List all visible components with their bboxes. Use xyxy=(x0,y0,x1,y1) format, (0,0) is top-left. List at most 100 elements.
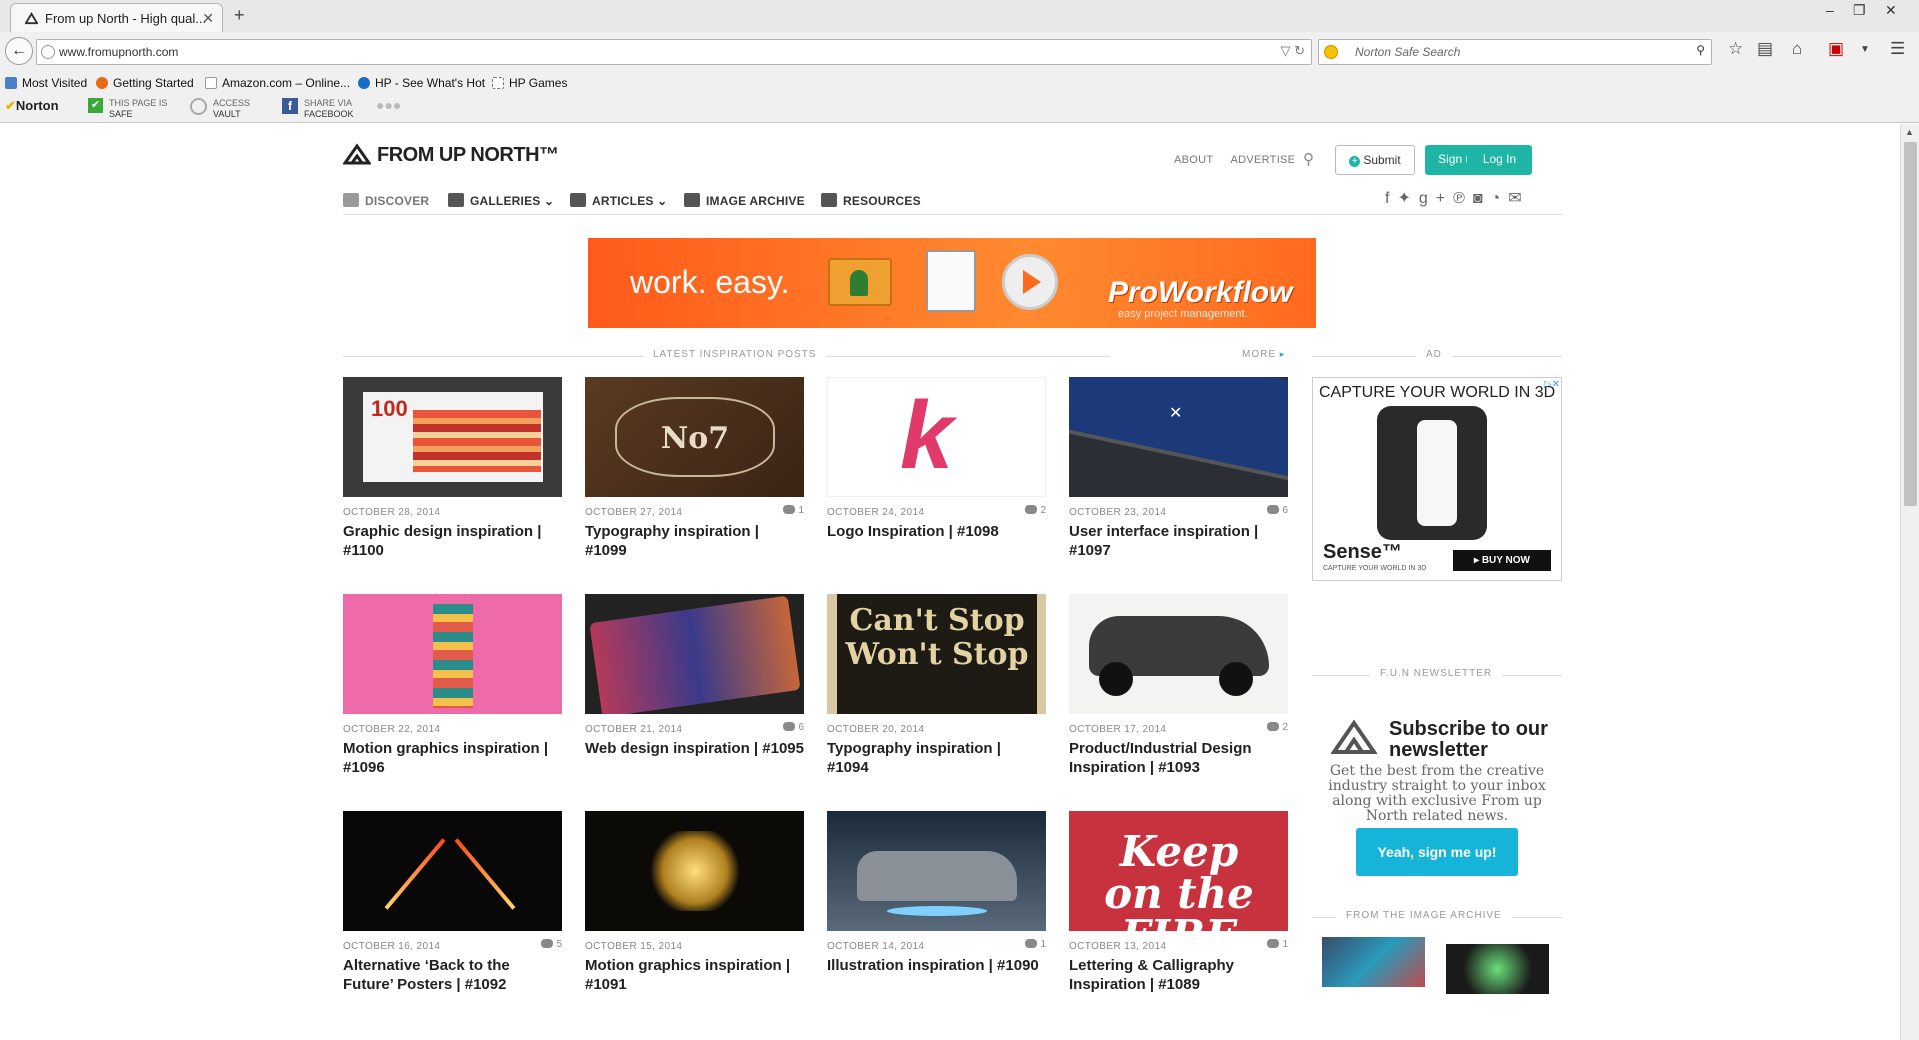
signup-newsletter-button[interactable]: Yeah, sign me up! xyxy=(1356,828,1518,876)
post-title[interactable]: User interface inspiration | #1097 xyxy=(1069,522,1288,560)
mail-icon[interactable]: ✉ xyxy=(1508,190,1529,207)
post-title[interactable]: Web design inspiration | #1095 xyxy=(585,739,804,758)
nav-articles[interactable]: ARTICLES ⌄ xyxy=(570,193,667,208)
comment-count[interactable]: 6 xyxy=(783,722,804,733)
post-card[interactable]: ✕ OCTOBER 23, 2014 6 User interface insp… xyxy=(1069,377,1288,577)
page-scrollbar[interactable]: ▲ xyxy=(1900,124,1919,1040)
comment-count[interactable]: 6 xyxy=(1267,505,1288,516)
archive-thumbnail[interactable] xyxy=(1322,937,1425,987)
post-card[interactable]: OCTOBER 21, 2014 6 Web design inspiratio… xyxy=(585,594,804,794)
post-title[interactable]: Typography inspiration | #1099 xyxy=(585,522,804,560)
post-title[interactable]: Typography inspiration | #1094 xyxy=(827,739,1046,777)
about-link[interactable]: ABOUT xyxy=(1174,154,1213,166)
advertise-link[interactable]: ADVERTISE xyxy=(1230,154,1295,166)
post-title[interactable]: Motion graphics inspiration | #1091 xyxy=(585,956,804,994)
post-thumbnail[interactable] xyxy=(343,594,562,714)
post-thumbnail[interactable]: 100 xyxy=(343,377,562,497)
archive-thumbnail[interactable] xyxy=(1446,944,1549,994)
post-card[interactable]: Can't Stop Won't Stop OCTOBER 20, 2014 T… xyxy=(827,594,1046,794)
buy-now-button[interactable]: ▸ BUY NOW xyxy=(1453,550,1551,571)
share-facebook[interactable]: f SHARE VIA FACEBOOK xyxy=(282,98,354,120)
comment-count[interactable]: 1 xyxy=(783,505,804,516)
chevron-down-icon[interactable]: ▼ xyxy=(1860,44,1870,55)
post-thumbnail[interactable] xyxy=(585,594,804,714)
reading-list-icon[interactable]: ▤ xyxy=(1757,39,1773,59)
adchoices-icon[interactable]: ▷✕ xyxy=(1544,379,1560,390)
new-tab-icon[interactable]: + xyxy=(234,5,245,26)
site-logo[interactable]: FROM UP NORTH™ xyxy=(343,143,559,167)
pinterest-icon[interactable]: ℗ xyxy=(1453,190,1473,207)
post-thumbnail[interactable] xyxy=(827,811,1046,931)
norton-logo[interactable]: ✔Norton xyxy=(5,99,59,112)
sense-3d-ad[interactable]: CAPTURE YOUR WORLD IN 3D ▷✕ Sense™ CAPTU… xyxy=(1312,377,1562,581)
bookmark-hp-games[interactable]: HP Games xyxy=(492,76,567,90)
comment-count[interactable]: 1 xyxy=(1267,939,1288,950)
scroll-up-icon[interactable]: ▲ xyxy=(1905,127,1914,137)
post-card[interactable]: 100 OCTOBER 28, 2014 Graphic design insp… xyxy=(343,377,562,577)
post-thumbnail[interactable] xyxy=(343,811,562,931)
comment-count[interactable]: 2 xyxy=(1267,722,1288,733)
post-thumbnail[interactable]: k xyxy=(827,377,1046,497)
post-thumbnail[interactable]: Keep on the FIRE xyxy=(1069,811,1288,931)
post-card[interactable]: OCTOBER 17, 2014 2 Product/Industrial De… xyxy=(1069,594,1288,794)
nav-image-archive[interactable]: IMAGE ARCHIVE xyxy=(684,193,805,208)
post-title[interactable]: Product/Industrial Design Inspiration | … xyxy=(1069,739,1288,777)
twitter-icon[interactable]: ✦ xyxy=(1397,190,1418,207)
post-title[interactable]: Lettering & Calligraphy Inspiration | #1… xyxy=(1069,956,1288,994)
submit-button[interactable]: + Submit xyxy=(1335,145,1415,175)
bookmark-amazon[interactable]: Amazon.com – Online... xyxy=(205,76,350,90)
instagram-icon[interactable]: ◙ xyxy=(1473,190,1491,207)
browser-tab[interactable]: From up North - High qual... ✕ xyxy=(10,3,223,32)
post-card[interactable]: k OCTOBER 24, 2014 2 Logo Inspiration | … xyxy=(827,377,1046,577)
post-card[interactable]: No7 OCTOBER 27, 2014 1 Typography inspir… xyxy=(585,377,804,577)
post-card[interactable]: OCTOBER 15, 2014 Motion graphics inspira… xyxy=(585,811,804,1011)
proworkflow-banner-ad[interactable]: work. easy. ProWorkflow easy project man… xyxy=(588,238,1316,328)
google-plus-icon[interactable]: g+ xyxy=(1419,190,1453,207)
access-vault[interactable]: ACCESS VAULT xyxy=(190,98,250,120)
login-button[interactable]: Log In xyxy=(1467,145,1532,175)
more-link[interactable]: MORE ▸ xyxy=(1236,349,1286,360)
back-button[interactable]: ← xyxy=(5,37,33,65)
comment-count[interactable]: 1 xyxy=(1025,939,1046,950)
post-title[interactable]: Illustration inspiration | #1090 xyxy=(827,956,1046,975)
post-card[interactable]: OCTOBER 16, 2014 5 Alternative ‘Back to … xyxy=(343,811,562,1011)
comment-count[interactable]: 5 xyxy=(541,939,562,950)
nav-galleries[interactable]: GALLERIES ⌄ xyxy=(448,193,554,208)
search-icon[interactable]: ⚲ xyxy=(1303,150,1314,168)
menu-icon[interactable]: ☰ xyxy=(1890,39,1905,59)
restore-icon[interactable]: ❐ xyxy=(1853,2,1866,19)
post-thumbnail[interactable] xyxy=(585,811,804,931)
bookmark-getting-started[interactable]: Getting Started xyxy=(96,76,194,90)
bookmark-hp-hot[interactable]: HP - See What's Hot xyxy=(358,76,485,90)
close-window-icon[interactable]: ✕ xyxy=(1885,2,1897,19)
post-title[interactable]: Motion graphics inspiration | #1096 xyxy=(343,739,562,777)
nav-discover[interactable]: DISCOVER xyxy=(343,193,429,208)
search-icon[interactable]: ⚲ xyxy=(1696,43,1705,57)
post-thumbnail[interactable]: ✕ xyxy=(1069,377,1288,497)
comment-count[interactable]: 2 xyxy=(1025,505,1046,516)
post-thumbnail[interactable]: Can't Stop Won't Stop xyxy=(827,594,1046,714)
addon-icon[interactable]: ▣ xyxy=(1828,39,1844,59)
bookmark-most-visited[interactable]: Most Visited xyxy=(5,76,87,90)
safe-page-indicator[interactable]: ✔ THIS PAGE IS SAFE xyxy=(88,98,167,120)
nav-resources[interactable]: RESOURCES xyxy=(821,193,921,208)
star-icon[interactable]: ☆ xyxy=(1728,39,1743,59)
search-input[interactable]: Norton Safe Search ⚲ xyxy=(1318,39,1712,65)
post-title[interactable]: Logo Inspiration | #1098 xyxy=(827,522,1046,541)
post-title[interactable]: Alternative ‘Back to the Future’ Posters… xyxy=(343,956,562,994)
post-card[interactable]: OCTOBER 14, 2014 1 Illustration inspirat… xyxy=(827,811,1046,1011)
close-tab-icon[interactable]: ✕ xyxy=(202,10,214,27)
minimize-icon[interactable]: – xyxy=(1826,2,1834,18)
reload-icon[interactable]: ▽ ↻ xyxy=(1280,43,1305,59)
post-thumbnail[interactable]: No7 xyxy=(585,377,804,497)
facebook-icon[interactable]: f xyxy=(1385,190,1397,207)
post-title[interactable]: Graphic design inspiration | #1100 xyxy=(343,522,562,560)
scroll-thumb[interactable] xyxy=(1904,142,1917,506)
post-card[interactable]: OCTOBER 22, 2014 Motion graphics inspira… xyxy=(343,594,562,794)
url-bar[interactable]: www.fromupnorth.com ▽ ↻ xyxy=(36,39,1312,65)
rss-icon[interactable]: ◔ xyxy=(1491,190,1509,207)
more-dots-icon[interactable]: ●●● xyxy=(376,98,401,112)
post-thumbnail[interactable] xyxy=(1069,594,1288,714)
post-card[interactable]: Keep on the FIRE OCTOBER 13, 2014 1 Lett… xyxy=(1069,811,1288,1011)
home-icon[interactable]: ⌂ xyxy=(1792,39,1802,59)
